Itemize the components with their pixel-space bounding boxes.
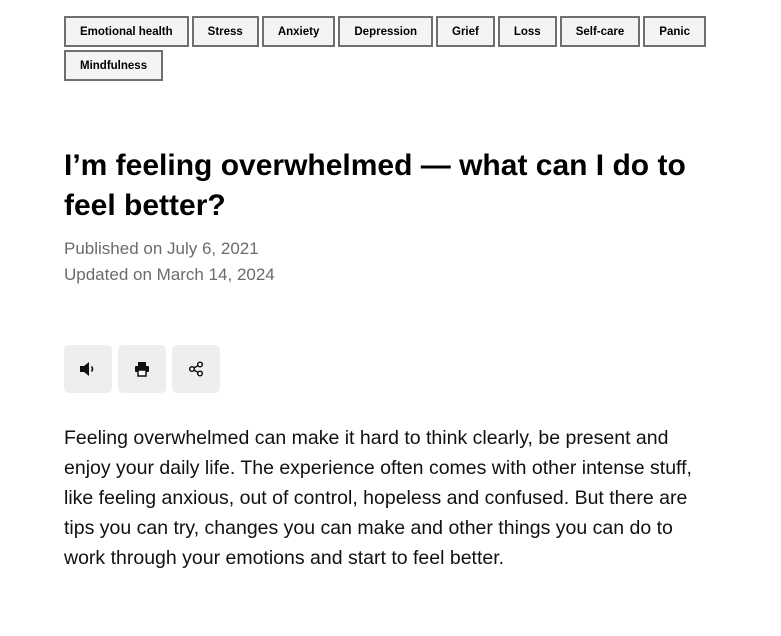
share-icon <box>188 361 204 377</box>
article-intro: Feeling overwhelmed can make it hard to … <box>64 427 692 569</box>
tag-self-care[interactable]: Self-care <box>559 16 641 47</box>
print-button[interactable] <box>118 345 166 393</box>
tag-emotional-health[interactable]: Emotional health <box>64 16 189 47</box>
updated-date: Updated on March 14, 2024 <box>64 265 275 284</box>
tag-loss[interactable]: Loss <box>497 16 557 47</box>
tag-panic[interactable]: Panic <box>643 16 706 47</box>
published-date: Published on July 6, 2021 <box>64 239 259 258</box>
article-dates: Published on July 6, 2021 Updated on Mar… <box>64 236 275 288</box>
share-button[interactable] <box>172 345 220 393</box>
printer-icon <box>135 362 149 377</box>
tag-mindfulness[interactable]: Mindfulness <box>64 50 164 81</box>
tag-grief[interactable]: Grief <box>436 16 495 47</box>
article-title: I’m feeling overwhelmed — what can I do … <box>64 149 686 222</box>
tag-anxiety[interactable]: Anxiety <box>261 16 336 47</box>
tag-depression[interactable]: Depression <box>338 16 434 47</box>
tag-stress[interactable]: Stress <box>191 16 259 47</box>
speaker-icon <box>80 362 94 376</box>
article-actions <box>64 345 220 393</box>
listen-button[interactable] <box>64 345 112 393</box>
topic-tags: Emotional health Stress Anxiety Depressi… <box>64 16 724 81</box>
